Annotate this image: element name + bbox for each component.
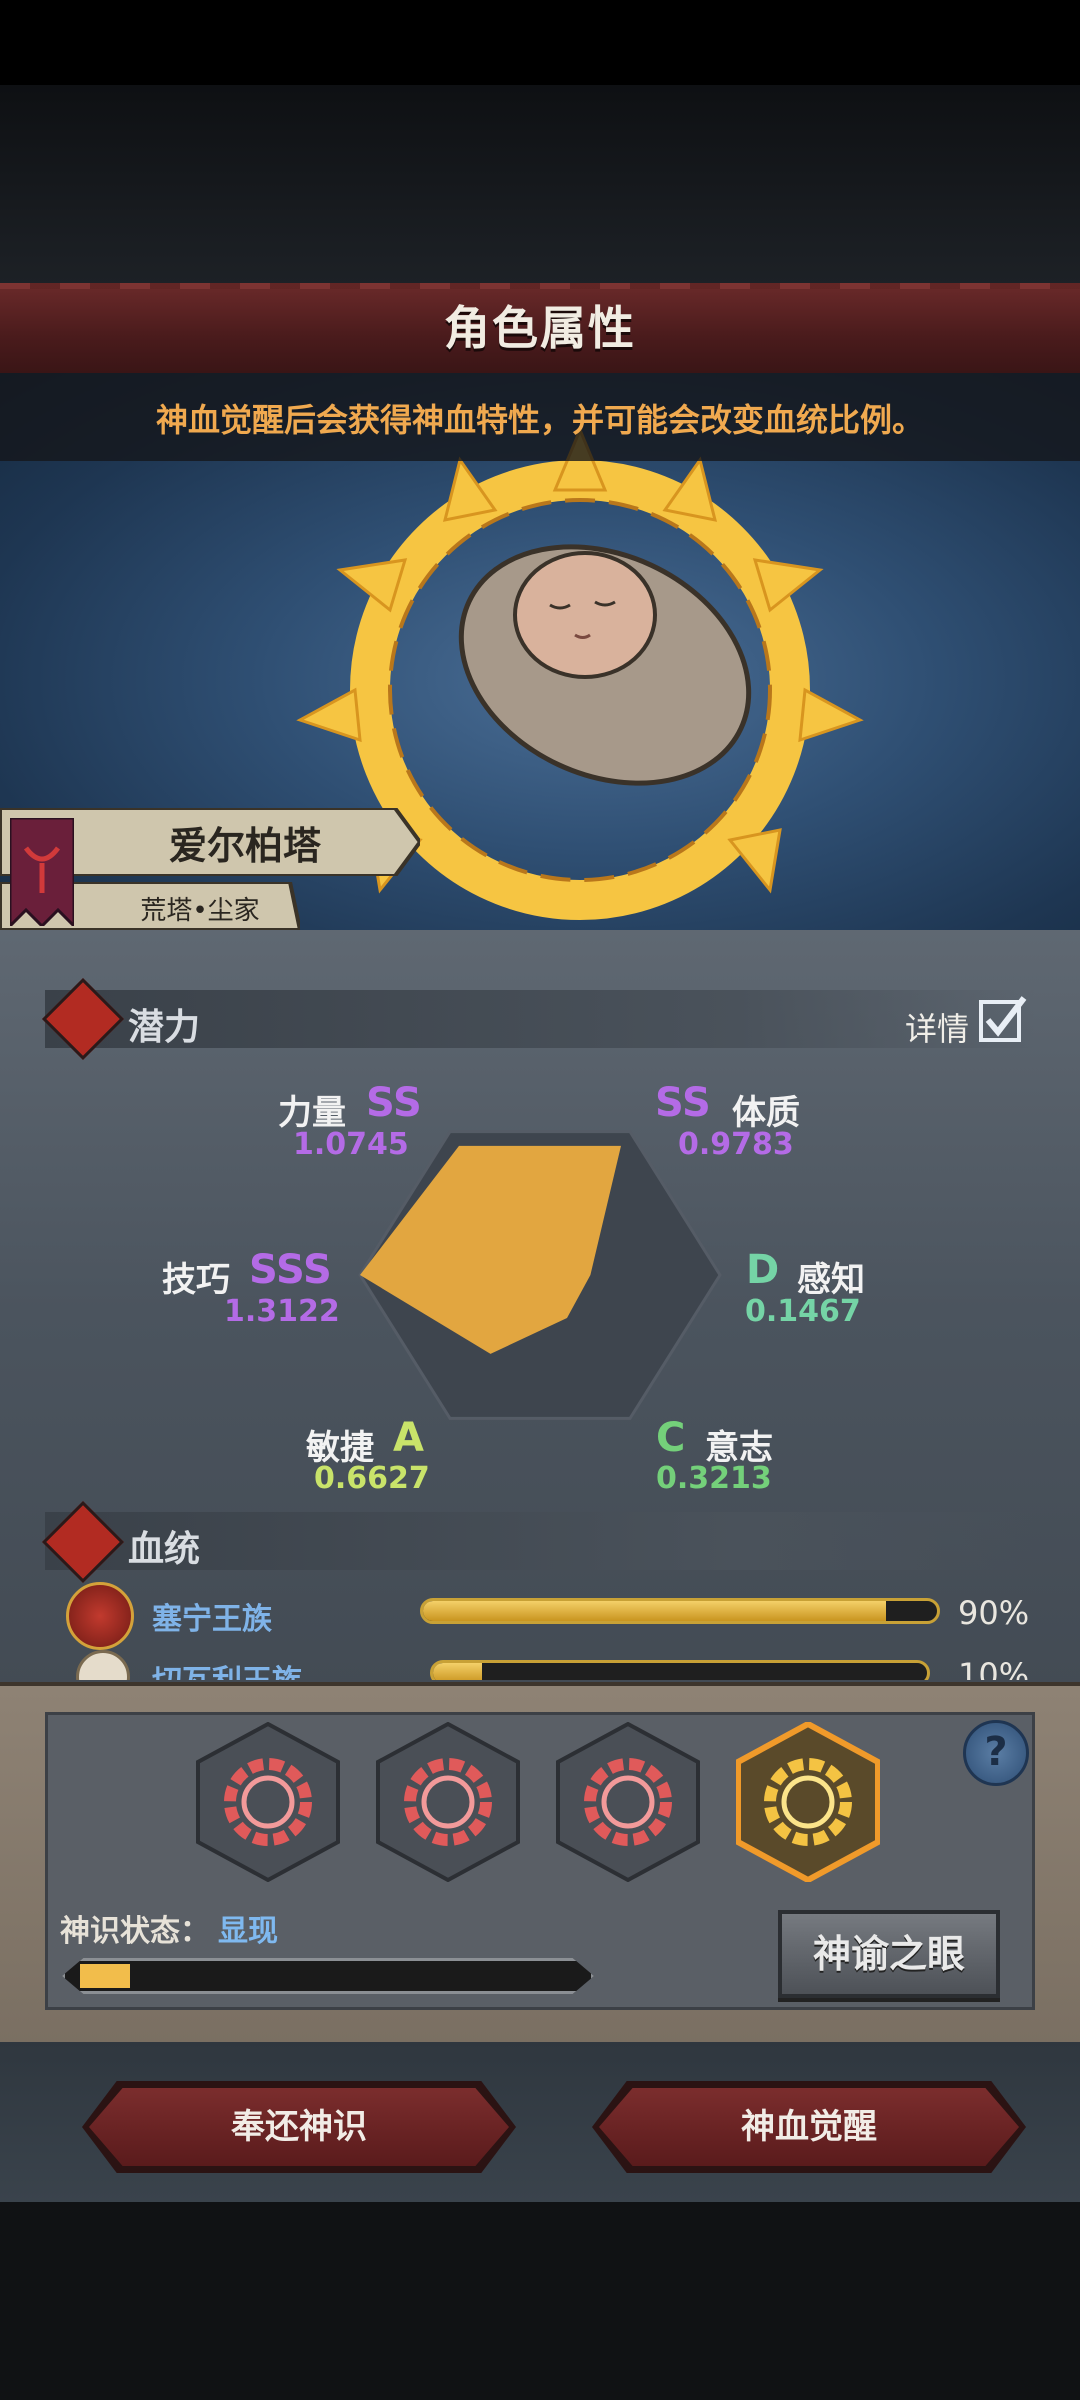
- help-button[interactable]: ?: [963, 1720, 1029, 1786]
- divine-slot-2-icon[interactable]: [376, 1722, 520, 1882]
- stat-constitution-value: 0.9783: [678, 1127, 794, 1162]
- lineage-bar-fill: [423, 1601, 886, 1621]
- family-banner-icon: [10, 818, 74, 926]
- stat-perception-value: 0.1467: [745, 1294, 861, 1329]
- stat-agility-grade: A: [393, 1415, 424, 1461]
- senning-emblem-icon: [66, 1582, 134, 1650]
- character-origin: 荒塔•尘家: [140, 896, 260, 926]
- stat-will-grade: C: [656, 1415, 686, 1461]
- stat-strength-value: 1.0745: [293, 1127, 409, 1162]
- details-label: 详情: [905, 1010, 970, 1048]
- return-divine-button[interactable]: 奉还神识: [89, 2088, 509, 2166]
- top-backdrop: [0, 85, 1080, 285]
- stat-skill-value: 1.3122: [224, 1294, 340, 1329]
- chevali-emblem-icon: [76, 1650, 130, 1680]
- divine-slot-4-icon[interactable]: [736, 1722, 880, 1882]
- stat-will-value: 0.3213: [656, 1461, 772, 1496]
- lineage-percent: 90%: [958, 1594, 1030, 1632]
- bottom-backdrop: [0, 2202, 1080, 2400]
- stat-skill-grade: SSS: [249, 1247, 332, 1293]
- lineage-percent: 10%: [958, 1656, 1030, 1680]
- stat-perception-grade: D: [746, 1247, 780, 1293]
- stat-constitution-grade: SS: [655, 1080, 711, 1126]
- lineage-name: 塞宁王族: [152, 1602, 272, 1637]
- lineage-row: 塞宁王族 90%: [60, 1582, 1040, 1650]
- divine-progress-track: [62, 1958, 594, 1994]
- divine-slot-3-icon[interactable]: [556, 1722, 700, 1882]
- status-bar: [0, 0, 1080, 85]
- divine-slot-1-icon[interactable]: [196, 1722, 340, 1882]
- lineage-row: 切瓦利王族 10%: [60, 1650, 1040, 1680]
- lineage-name: 切瓦利王族: [152, 1656, 302, 1680]
- hint-text: 神血觉醒后会获得神血特性，并可能会改变血统比例。: [155, 401, 924, 439]
- lineage-bar: [420, 1598, 940, 1624]
- oracle-eye-button[interactable]: 神谕之眼: [778, 1910, 1000, 1998]
- divine-status-value: 显现: [218, 1914, 278, 1949]
- lineage-bar: [430, 1660, 930, 1680]
- divine-status-label: 神识状态：: [60, 1914, 210, 1949]
- stat-agility-value: 0.6627: [314, 1461, 430, 1496]
- character-name: 爱尔柏塔: [168, 824, 321, 868]
- stat-strength-grade: SS: [366, 1080, 422, 1126]
- page-title: 角色属性: [444, 301, 636, 355]
- awaken-button[interactable]: 神血觉醒: [599, 2088, 1019, 2166]
- details-checkbox[interactable]: [978, 994, 1028, 1044]
- potential-label: 潜力: [128, 1007, 201, 1048]
- divine-progress-fill: [80, 1964, 130, 1988]
- stat-skill-name: 技巧: [162, 1260, 230, 1300]
- lineage-label: 血统: [128, 1529, 201, 1570]
- lineage-bar-fill: [433, 1663, 483, 1680]
